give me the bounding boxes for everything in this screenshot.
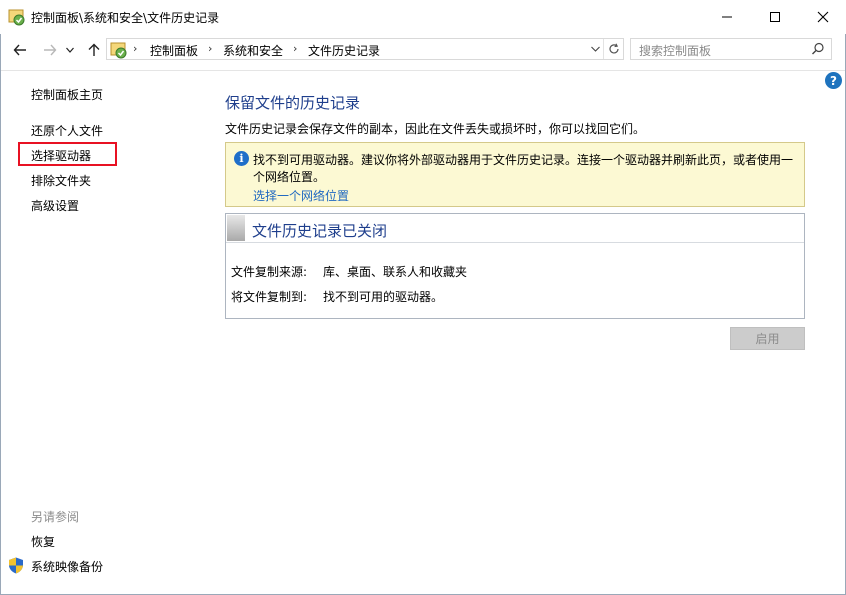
refresh-icon (609, 43, 619, 54)
title-bar: 控制面板\系统和安全\文件历史记录 (0, 0, 846, 34)
close-icon (817, 11, 829, 23)
refresh-button[interactable] (603, 39, 624, 59)
sidebar-item-recovery[interactable]: 恢复 (31, 533, 55, 550)
shield-icon (9, 557, 23, 574)
up-arrow-icon (88, 43, 100, 56)
chevron-right-icon[interactable]: › (208, 42, 212, 55)
status-header: 文件历史记录已关闭 (226, 214, 804, 243)
search-icon[interactable] (811, 42, 825, 56)
highlight-box (18, 142, 117, 166)
status-indicator (227, 215, 245, 241)
copy-to-label: 将文件复制到: (231, 290, 308, 304)
minimize-button[interactable] (704, 0, 750, 34)
copy-from-value: 库、桌面、联系人和收藏夹 (323, 265, 468, 279)
select-network-location-link[interactable]: 选择一个网络位置 (253, 187, 349, 204)
sidebar-item-exclude-folders[interactable]: 排除文件夹 (31, 172, 91, 189)
status-title: 文件历史记录已关闭 (252, 222, 388, 240)
copy-from-label: 文件复制来源: (231, 265, 308, 279)
sidebar-item-home[interactable]: 控制面板主页 (31, 86, 103, 103)
divider (1, 70, 845, 71)
warning-text-line2: 个网络位置。 (253, 170, 326, 184)
close-button[interactable] (800, 0, 846, 34)
breadcrumb-control-panel[interactable]: 控制面板 (150, 42, 198, 59)
help-icon[interactable]: ? (825, 72, 842, 89)
maximize-button[interactable] (752, 0, 798, 34)
search-input[interactable]: 搜索控制面板 (630, 38, 832, 60)
chevron-right-icon: › (133, 42, 138, 55)
minimize-icon (722, 16, 732, 18)
control-panel-icon (110, 42, 127, 59)
warning-text-line1: 找不到可用驱动器。建议你将外部驱动器用于文件历史记录。连接一个驱动器并刷新此页，… (253, 153, 794, 167)
back-arrow-icon (13, 44, 26, 56)
maximize-icon (770, 12, 780, 22)
navigation-bar: › 控制面板 › 系统和安全 › 文件历史记录 搜索控制面板 (0, 34, 846, 66)
control-panel-icon (8, 9, 25, 26)
window-title: 控制面板\系统和安全\文件历史记录 (31, 11, 220, 25)
address-dropdown-button[interactable] (587, 39, 603, 59)
sidebar-item-advanced-settings[interactable]: 高级设置 (31, 197, 79, 214)
breadcrumb-system-security[interactable]: 系统和安全 (223, 42, 283, 59)
see-also-heading: 另请参阅 (31, 510, 80, 524)
back-button[interactable] (10, 40, 30, 60)
breadcrumb-file-history[interactable]: 文件历史记录 (308, 42, 380, 59)
forward-arrow-icon (44, 44, 57, 56)
info-icon: i (234, 151, 249, 166)
copy-to-value: 找不到可用的驱动器。 (323, 290, 444, 304)
warning-banner: i 找不到可用驱动器。建议你将外部驱动器用于文件历史记录。连接一个驱动器并刷新此… (225, 142, 805, 207)
page-description: 文件历史记录会保存文件的副本，因此在文件丢失或损坏时，你可以找回它们。 (225, 122, 646, 136)
chevron-right-icon[interactable]: › (293, 42, 297, 55)
sidebar-item-restore-files[interactable]: 还原个人文件 (31, 122, 103, 139)
search-placeholder: 搜索控制面板 (639, 44, 712, 58)
chevron-down-icon (590, 46, 600, 52)
status-panel: 文件历史记录已关闭 文件复制来源: 库、桌面、联系人和收藏夹 将文件复制到: 找… (225, 213, 805, 319)
up-button[interactable] (84, 40, 104, 60)
forward-button[interactable] (40, 40, 60, 60)
address-bar[interactable]: › 控制面板 › 系统和安全 › 文件历史记录 (106, 38, 624, 60)
sidebar-item-system-image-backup[interactable]: 系统映像备份 (31, 558, 103, 575)
chevron-down-icon (66, 47, 74, 53)
page-title: 保留文件的历史记录 (225, 94, 361, 112)
enable-button[interactable]: 启用 (730, 327, 805, 350)
recent-locations-button[interactable] (63, 40, 77, 60)
